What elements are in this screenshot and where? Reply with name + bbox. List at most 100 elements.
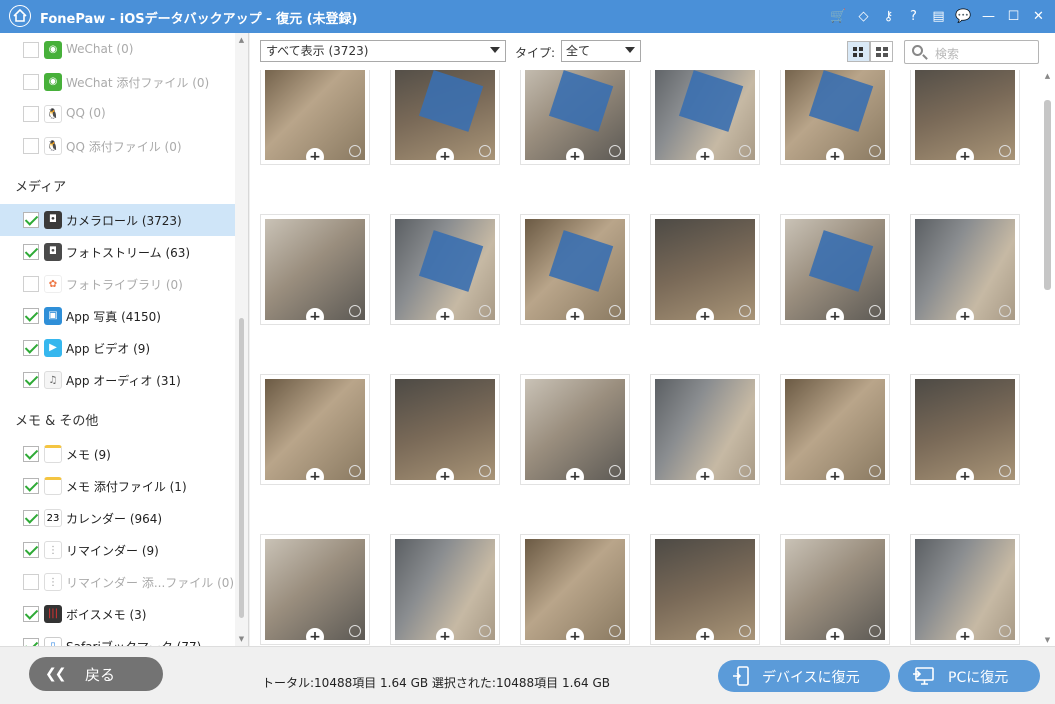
zoom-plus-icon[interactable]: + — [956, 628, 974, 640]
zoom-plus-icon[interactable]: + — [436, 628, 454, 640]
photo-thumbnail[interactable]: + — [260, 214, 370, 325]
sidebar-item-checkbox[interactable] — [23, 372, 39, 388]
zoom-plus-icon[interactable]: + — [826, 628, 844, 640]
sidebar-item-checkbox[interactable] — [23, 212, 39, 228]
sidebar-item-checkbox[interactable] — [23, 478, 39, 494]
select-radio-icon[interactable] — [869, 145, 881, 157]
zoom-plus-icon[interactable]: + — [956, 148, 974, 160]
sidebar-item[interactable]: ≡ メモ 添付ファイル (1) — [0, 470, 235, 502]
sidebar-item-checkbox[interactable] — [23, 308, 39, 324]
photo-item[interactable]: +IMG_2498.PNG — [510, 374, 640, 564]
zoom-plus-icon[interactable]: + — [306, 628, 324, 640]
sidebar-item-checkbox[interactable] — [23, 276, 39, 292]
select-radio-icon[interactable] — [999, 305, 1011, 317]
sidebar-item-checkbox[interactable] — [23, 638, 39, 646]
sidebar-item[interactable]: ⋮ リマインダー (9) — [0, 534, 235, 566]
select-radio-icon[interactable] — [869, 305, 881, 317]
grid-scroll-thumb[interactable] — [1044, 100, 1051, 290]
chat-icon[interactable]: 💬 — [953, 6, 974, 27]
photo-item[interactable]: + — [510, 534, 640, 646]
select-radio-icon[interactable] — [739, 305, 751, 317]
select-radio-icon[interactable] — [739, 145, 751, 157]
select-radio-icon[interactable] — [609, 145, 621, 157]
photo-item[interactable]: +IMG_2512.PNG — [250, 70, 380, 244]
sidebar-item-checkbox[interactable] — [23, 42, 39, 58]
photo-item[interactable]: +IMG_2501.JPG — [900, 214, 1030, 404]
photo-thumbnail[interactable]: + — [650, 374, 760, 485]
select-radio-icon[interactable] — [739, 465, 751, 477]
photo-item[interactable]: + — [640, 534, 770, 646]
select-radio-icon[interactable] — [999, 625, 1011, 637]
zoom-plus-icon[interactable]: + — [566, 148, 584, 160]
photo-thumbnail[interactable]: + — [390, 70, 500, 165]
select-radio-icon[interactable] — [479, 145, 491, 157]
sidebar-item-checkbox[interactable] — [23, 510, 39, 526]
sidebar-item-checkbox[interactable] — [23, 606, 39, 622]
sidebar-item[interactable]: 🐧 QQ (0) — [0, 98, 235, 130]
photo-item[interactable]: +IMG_2495.PNG — [900, 374, 1030, 564]
photo-thumbnail[interactable]: + — [780, 70, 890, 165]
restore-to-pc-button[interactable]: PCに復元 — [898, 660, 1040, 692]
select-radio-icon[interactable] — [869, 465, 881, 477]
grid-view-button[interactable] — [847, 41, 870, 62]
photo-thumbnail[interactable]: + — [910, 374, 1020, 485]
select-radio-icon[interactable] — [349, 465, 361, 477]
select-radio-icon[interactable] — [609, 625, 621, 637]
show-filter-dropdown[interactable]: すべて表示 (3723) — [260, 40, 506, 62]
scroll-up-icon[interactable]: ▲ — [237, 36, 246, 44]
photo-item[interactable]: + — [250, 534, 380, 646]
grid-scrollbar[interactable]: ▲ ▼ — [1040, 70, 1055, 646]
sidebar-item-checkbox[interactable] — [23, 340, 39, 356]
minimize-icon[interactable]: — — [978, 6, 999, 27]
select-radio-icon[interactable] — [349, 625, 361, 637]
scroll-up-icon[interactable]: ▲ — [1043, 72, 1052, 80]
sidebar-item[interactable]: ♫ App オーディオ (31) — [0, 364, 235, 396]
zoom-plus-icon[interactable]: + — [956, 468, 974, 480]
feedback-icon[interactable]: ▤ — [928, 6, 949, 27]
photo-item[interactable]: + — [770, 534, 900, 646]
sidebar-item-checkbox[interactable] — [23, 542, 39, 558]
sidebar-item-checkbox[interactable] — [23, 106, 39, 122]
photo-thumbnail[interactable]: + — [260, 534, 370, 645]
sidebar-item-checkbox[interactable] — [23, 574, 39, 590]
photo-thumbnail[interactable]: + — [780, 374, 890, 485]
photo-thumbnail[interactable]: + — [910, 214, 1020, 325]
sidebar-scrollbar[interactable]: ▲ ▼ — [235, 33, 248, 646]
sidebar-item[interactable]: ◘ カメラロール (3723) — [0, 204, 235, 236]
zoom-plus-icon[interactable]: + — [566, 468, 584, 480]
photo-thumbnail[interactable]: + — [260, 374, 370, 485]
close-icon[interactable]: ✕ — [1028, 6, 1049, 27]
maximize-icon[interactable]: ☐ — [1003, 6, 1024, 27]
photo-item[interactable]: +IMG_2507.PNG — [900, 70, 1030, 244]
photo-item[interactable]: +IMG_2500.PNG — [250, 374, 380, 564]
sidebar-item-checkbox[interactable] — [23, 446, 39, 462]
home-icon[interactable] — [9, 5, 31, 27]
scroll-down-icon[interactable]: ▼ — [1043, 636, 1052, 644]
zoom-plus-icon[interactable]: + — [696, 468, 714, 480]
sidebar-item[interactable]: ▶ App ビデオ (9) — [0, 332, 235, 364]
photo-thumbnail[interactable]: + — [520, 70, 630, 165]
select-radio-icon[interactable] — [609, 305, 621, 317]
sidebar-item[interactable]: ◘ フォトストリーム (63) — [0, 236, 235, 268]
large-grid-view-button[interactable] — [870, 41, 893, 62]
select-radio-icon[interactable] — [479, 625, 491, 637]
zoom-plus-icon[interactable]: + — [306, 308, 324, 320]
sidebar-item-checkbox[interactable] — [23, 74, 39, 90]
photo-thumbnail[interactable]: + — [780, 214, 890, 325]
photo-item[interactable]: + — [380, 534, 510, 646]
photo-thumbnail[interactable]: + — [260, 70, 370, 165]
key-icon[interactable]: ⚷ — [878, 6, 899, 27]
sidebar-scroll-thumb[interactable] — [239, 318, 244, 618]
sidebar-item[interactable]: ||| ボイスメモ (3) — [0, 598, 235, 630]
type-dropdown[interactable]: 全て — [561, 40, 641, 62]
zoom-plus-icon[interactable]: + — [826, 148, 844, 160]
photo-item[interactable]: +IMG_2508.PNG — [770, 70, 900, 244]
sidebar-item[interactable]: 23 カレンダー (964) — [0, 502, 235, 534]
photo-item[interactable]: +IMG_2506.PNG — [250, 214, 380, 404]
select-radio-icon[interactable] — [349, 145, 361, 157]
sidebar-item[interactable]: 🐧 QQ 添付ファイル (0) — [0, 130, 235, 162]
photo-item[interactable]: +IMG_2511.PNG — [380, 70, 510, 244]
select-radio-icon[interactable] — [609, 465, 621, 477]
photo-thumbnail[interactable]: + — [650, 214, 760, 325]
photo-item[interactable]: +IMG_2505.PNG — [380, 214, 510, 404]
